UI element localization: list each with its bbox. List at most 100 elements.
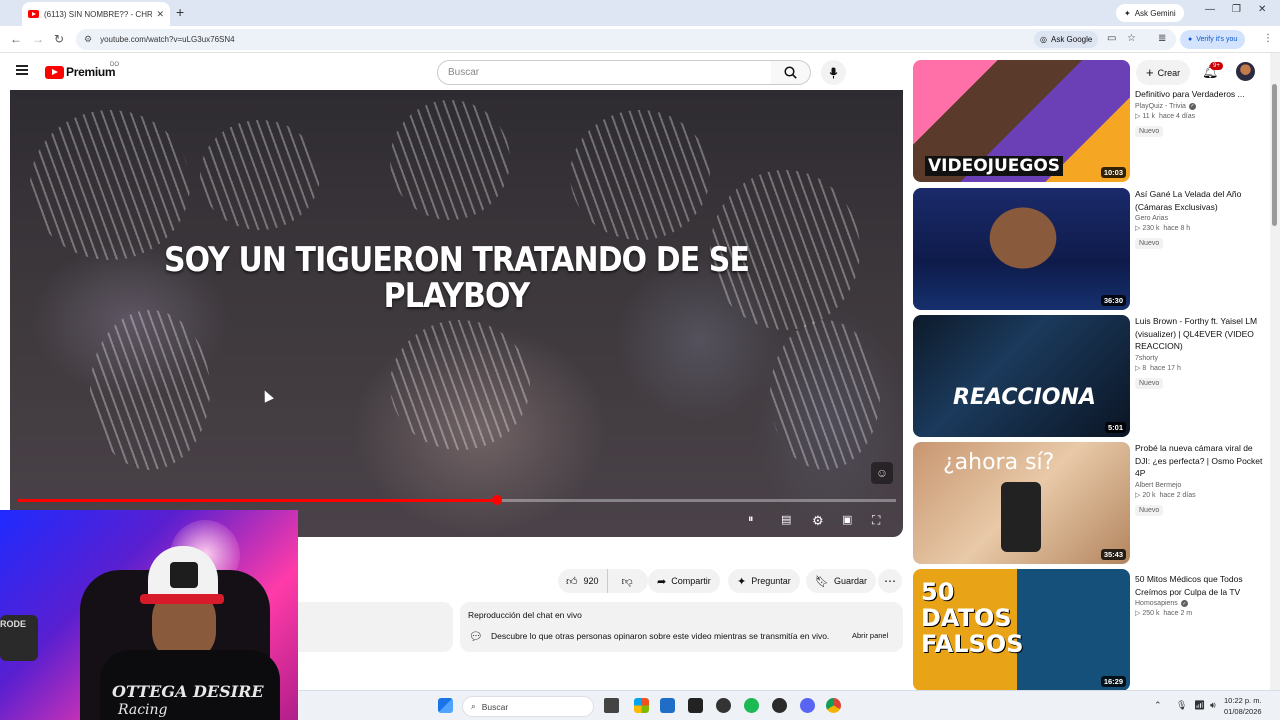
browser-tab[interactable]: (6113) SIN NOMBRE?? - CHRIS ✕ — [22, 2, 170, 26]
blurred-figure — [390, 100, 510, 220]
ask-google-button[interactable]: ◎ Ask Google — [1034, 31, 1099, 48]
progress-bar[interactable] — [18, 495, 896, 505]
omnibox[interactable]: ⚙ youtube.com/watch?v=uLG3ux76SN4 — [76, 29, 1176, 50]
recommended-video[interactable]: REACCIONA 5:01 Luis Brown - Forthy ft. Y… — [913, 315, 1263, 437]
mouse-cursor-icon — [260, 388, 274, 403]
browser-menu-icon[interactable]: ⋮ — [1263, 33, 1273, 44]
save-button[interactable]: 🔖︎ Guardar — [806, 569, 876, 593]
search-icon: ⌕ — [471, 701, 476, 711]
settings-gear-icon[interactable]: ⚙ — [812, 513, 824, 529]
close-window-icon[interactable]: ✕ — [1258, 4, 1266, 15]
youtube-premium-logo[interactable]: Premium DO — [45, 62, 119, 79]
recommended-video[interactable]: VIDEOJUEGOS 10:03 Definitivo para Verdad… — [913, 60, 1263, 182]
new-badge: Nuevo — [1135, 238, 1164, 249]
fullscreen-icon[interactable]: ⛶ — [872, 513, 880, 528]
video-thumbnail[interactable]: 50 DATOS FALSOS 16:29 — [913, 569, 1130, 691]
minimize-icon[interactable]: — — [1205, 4, 1215, 15]
taskbar-search[interactable]: ⌕ Buscar — [462, 696, 594, 717]
reading-list-icon[interactable]: ≣ — [1158, 33, 1166, 44]
thumbnail-text: ¿ahora sí? — [943, 450, 1055, 475]
ask-button[interactable]: ✦ Preguntar — [728, 569, 800, 593]
video-thumbnail[interactable]: REACCIONA 5:01 — [913, 315, 1130, 437]
tray-mic-icon[interactable]: 🎙︎ — [1176, 700, 1187, 711]
cast-icon[interactable]: ▭ — [1107, 33, 1116, 44]
video-age: hace 8 h — [1163, 225, 1191, 232]
recommended-video[interactable]: 50 DATOS FALSOS 16:29 50 Mitos Médicos q… — [913, 569, 1263, 691]
open-panel-button[interactable]: Abrir panel — [846, 627, 894, 644]
miniplayer-icon[interactable]: ▣ — [842, 513, 852, 526]
windows-taskbar: ⌕ Buscar ⌃ 🎙︎ 📶︎ 🔊︎ 10:22 p. m. 01/08/20… — [298, 690, 1280, 720]
video-title[interactable]: Definitivo para Verdaderos ... — [1135, 88, 1263, 101]
discord-icon[interactable] — [800, 698, 815, 713]
video-channel-row: Gero Arias — [1135, 215, 1263, 222]
camera-image — [1001, 482, 1041, 552]
obs-icon[interactable] — [716, 698, 731, 713]
site-info-icon[interactable]: ⚙ — [84, 34, 92, 45]
channel-watermark-icon[interactable]: ☺ — [871, 462, 893, 484]
back-arrow-icon[interactable]: ← — [10, 32, 22, 46]
more-actions-button[interactable]: ⋯ — [878, 569, 902, 593]
video-meta: ▷ 250 k hace 2 m — [1135, 609, 1263, 617]
app-icon[interactable] — [772, 698, 787, 713]
windows-start-icon[interactable] — [438, 698, 453, 713]
recommended-video[interactable]: 36:30 Así Gané La Velada del Año (Cámara… — [913, 188, 1263, 310]
video-channel[interactable]: Homosapiens — [1135, 600, 1178, 607]
video-channel[interactable]: 7shorty — [1135, 355, 1158, 362]
store-icon[interactable] — [660, 698, 675, 713]
voice-search-button[interactable] — [821, 60, 846, 85]
search-input[interactable]: Buscar — [437, 60, 772, 85]
bookmark-star-icon[interactable]: ☆ — [1127, 33, 1136, 44]
video-title[interactable]: Luis Brown - Forthy ft. Yaisel LM (visua… — [1135, 315, 1263, 353]
share-button[interactable]: ➦ Compartir — [648, 569, 720, 593]
video-title[interactable]: Probé la nueva cámara viral de DJI: ¿es … — [1135, 442, 1263, 480]
verify-label: Verify it's you — [1196, 36, 1238, 43]
ask-gemini-button[interactable]: ✦ Ask Gemini — [1116, 4, 1184, 22]
video-player[interactable]: SOY UN TIGUERON TRATANDO DE SE PLAYBOY ☺… — [10, 90, 903, 537]
description-box[interactable] — [298, 602, 453, 652]
dislike-button[interactable]: 👎︎ — [613, 575, 642, 588]
clock-time: 10:22 p. m. — [1224, 696, 1262, 705]
task-view-icon[interactable] — [604, 698, 619, 713]
recommended-video[interactable]: ¿ahora sí? 35:43 Probé la nueva cámara v… — [913, 442, 1263, 564]
reload-icon[interactable]: ↻ — [54, 32, 64, 46]
close-tab-icon[interactable]: ✕ — [156, 9, 164, 20]
video-channel[interactable]: Gero Arias — [1135, 215, 1168, 222]
verify-identity-button[interactable]: ● Verify it's you — [1180, 30, 1246, 49]
restore-icon[interactable]: ❐ — [1232, 4, 1241, 15]
video-duration: 5:01 — [1104, 422, 1126, 433]
progress-scrubber[interactable] — [491, 495, 502, 505]
video-channel[interactable]: PlayQuiz - Trivia — [1135, 103, 1186, 110]
like-button[interactable]: 👍︎ 920 — [558, 569, 608, 593]
tray-overflow-icon[interactable]: ⌃ — [1154, 700, 1162, 711]
scrollbar-thumb[interactable] — [1272, 84, 1277, 226]
taskbar-clock[interactable]: 10:22 p. m. 01/08/2026 — [1224, 695, 1262, 717]
video-title[interactable]: Así Gané La Velada del Año (Cámaras Excl… — [1135, 188, 1263, 213]
subtitles-icon[interactable]: ▤ — [781, 513, 791, 526]
video-title[interactable]: 50 Mitos Médicos que Todos Creímos por C… — [1135, 573, 1263, 598]
bookmark-icon: 🔖︎ — [815, 575, 829, 588]
tab-title: (6113) SIN NOMBRE?? - CHRIS — [44, 9, 153, 19]
pause-icon[interactable]: ⏸ — [748, 513, 754, 526]
thumbnail-text: VIDEOJUEGOS — [925, 156, 1064, 176]
video-thumbnail[interactable]: VIDEOJUEGOS 10:03 — [913, 60, 1130, 182]
forward-arrow-icon[interactable]: → — [32, 32, 44, 46]
url-text: youtube.com/watch?v=uLG3ux76SN4 — [100, 35, 235, 44]
wifi-icon[interactable]: 📶︎ — [1194, 700, 1205, 711]
hamburger-menu-icon[interactable] — [16, 65, 28, 75]
video-channel[interactable]: Albert Bermejo — [1135, 482, 1181, 489]
video-thumbnail[interactable]: ¿ahora sí? 35:43 — [913, 442, 1130, 564]
chrome-icon[interactable] — [826, 698, 841, 713]
jacket-text-2: Racing — [118, 702, 168, 718]
chat-replay-title: Reproducción del chat en vivo — [468, 610, 582, 620]
cap-brim — [140, 594, 224, 604]
video-thumbnail[interactable]: 36:30 — [913, 188, 1130, 310]
spotify-icon[interactable] — [744, 698, 759, 713]
copilot-icon[interactable] — [634, 698, 649, 713]
video-age: hace 2 días — [1159, 491, 1196, 499]
volume-icon[interactable]: 🔊︎ — [1210, 700, 1216, 711]
new-tab-icon[interactable]: + — [176, 4, 184, 20]
capcut-icon[interactable] — [688, 698, 703, 713]
ask-label: Preguntar — [751, 576, 791, 586]
share-arrow-icon: ➦ — [657, 575, 667, 588]
search-button[interactable] — [771, 60, 811, 85]
